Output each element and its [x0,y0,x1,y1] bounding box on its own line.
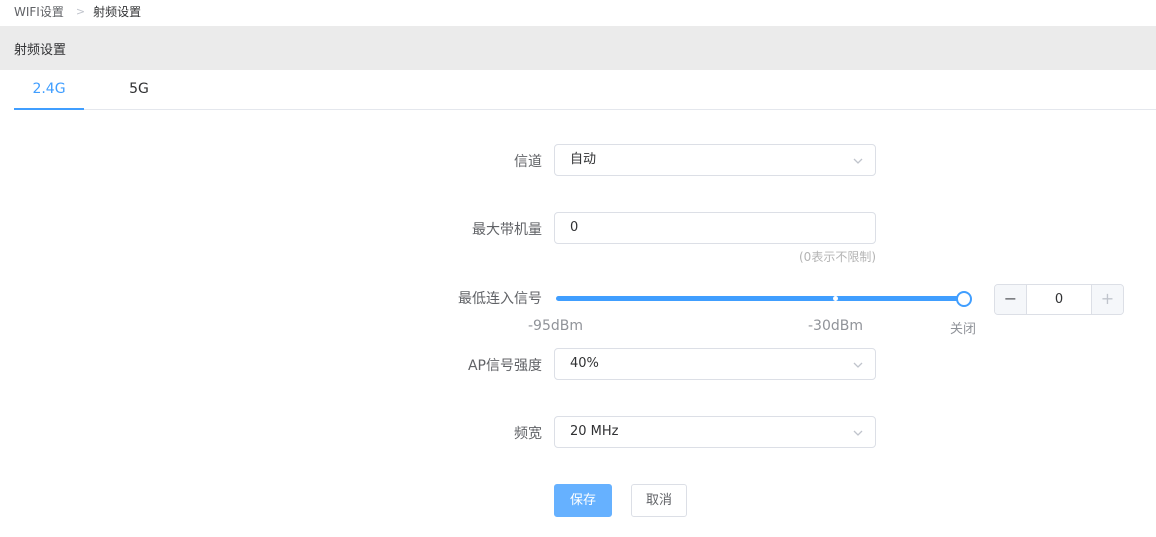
bandwidth-value: 20 MHz [570,424,619,439]
channel-label: 信道 [514,154,542,170]
max-bandwidth-label: 最大带机量 [472,222,542,238]
channel-value: 自动 [570,152,597,167]
ap-power-value: 40% [570,356,599,371]
max-bandwidth-value: 0 [570,220,579,235]
channel-select[interactable]: 自动 [554,144,876,176]
rf-settings-page: WIFI设置 > 射频设置 射频设置 2.4G 5G 信道 自动 最大带机量 0… [0,0,1156,537]
chevron-down-icon [853,430,863,436]
slider-stop-30dbm [833,296,838,301]
mark-minus-30dbm: -30dBm [808,318,863,334]
bandwidth-label: 频宽 [514,426,542,442]
save-button[interactable]: 保存 [554,484,612,517]
active-tab-indicator [14,108,84,110]
tab-2-4g[interactable]: 2.4G [14,70,84,110]
tab-5g[interactable]: 5G [104,70,174,110]
min-signal-slider[interactable] [556,296,964,301]
section-header: 射频设置 [0,26,1156,70]
ap-power-select[interactable]: 40% [554,348,876,380]
min-signal-label: 最低连入信号 [458,291,542,307]
chevron-down-icon [853,362,863,368]
breadcrumb: WIFI设置 > 射频设置 [14,3,141,19]
section-title: 射频设置 [14,43,67,58]
breadcrumb-separator: > [75,4,86,18]
min-signal-stepper-value[interactable]: 0 [1027,285,1091,314]
max-bandwidth-hint: (0表示不限制) [799,250,876,264]
bandwidth-select[interactable]: 20 MHz [554,416,876,448]
decrease-button[interactable]: − [995,285,1027,314]
min-signal-slider-handle[interactable] [956,291,972,307]
mark-off: 关闭 [950,322,977,337]
min-signal-stepper: − 0 + [994,284,1124,315]
chevron-down-icon [853,158,863,164]
band-tabs: 2.4G 5G [14,70,1156,110]
mark-minus-95dbm: -95dBm [528,318,583,334]
increase-button[interactable]: + [1091,285,1123,314]
max-bandwidth-input[interactable]: 0 [554,212,876,244]
breadcrumb-current: 射频设置 [93,4,142,19]
ap-power-label: AP信号强度 [467,358,542,374]
breadcrumb-root[interactable]: WIFI设置 [14,3,64,20]
cancel-button[interactable]: 取消 [631,484,687,517]
